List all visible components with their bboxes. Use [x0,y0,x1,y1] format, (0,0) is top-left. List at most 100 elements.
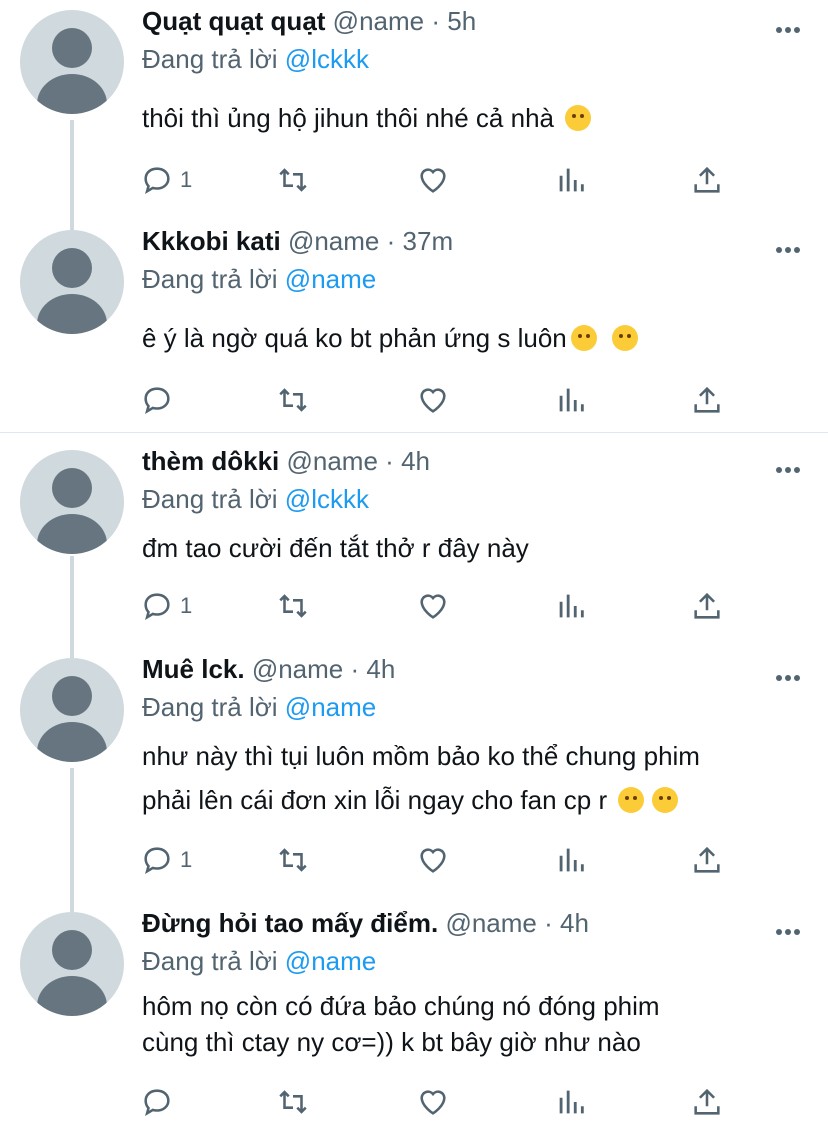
tweet[interactable]: Đừng hỏi tao mấy điểm. @name · 4h Đang t… [0,902,828,1129]
handle[interactable]: @name [288,226,379,256]
share-button[interactable] [690,380,724,420]
mention-link[interactable]: @name [285,264,376,294]
more-icon[interactable] [773,460,800,478]
reply-icon [144,847,170,875]
avatar[interactable] [20,450,124,554]
tweet-text-line: như này thì tụi luôn mồm bảo ko thể chun… [142,741,700,771]
heart-icon [420,594,446,619]
tweet-text-line: cùng thì ctay ny cơ=)) k bt bây giờ như … [142,1027,641,1057]
share-button[interactable] [690,586,724,626]
handle[interactable]: @name [252,654,343,684]
timestamp[interactable]: 5h [447,6,476,36]
reply-label: Đang trả lời [142,692,278,722]
timestamp[interactable]: 4h [366,654,395,684]
views-icon [559,594,584,618]
more-icon[interactable] [773,668,800,686]
tweet-header: thèm dôkki @name · 4h [142,446,430,477]
handle[interactable]: @name [333,6,424,36]
avatar[interactable] [20,230,124,334]
reply-icon [144,593,170,621]
tweet[interactable]: Muê lck. @name · 4h Đang trả lời @name n… [0,648,828,902]
reply-context: Đang trả lời @name [142,692,376,723]
share-icon [694,846,720,873]
reply-button[interactable]: 1 [140,160,192,200]
views-icon [559,168,584,192]
reply-context: Đang trả lời @name [142,946,376,977]
reply-button[interactable]: 1 [140,586,192,626]
display-name[interactable]: Đừng hỏi tao mấy điểm. [142,908,438,938]
emoji-icon [618,787,645,813]
views-button[interactable] [554,586,588,626]
action-bar: 1 [140,586,740,626]
heart-icon [420,1090,446,1115]
timestamp[interactable]: 37m [403,226,454,256]
reply-label: Đang trả lời [142,44,278,74]
tweet-header: Kkkobi kati @name · 37m [142,226,453,257]
separator-dot: · [431,6,441,36]
share-button[interactable] [690,840,724,880]
display-name[interactable]: thèm dôkki [142,446,279,476]
tweet-text: thôi thì ủng hộ jihun thôi nhé cả nhà [142,96,595,140]
views-icon [559,848,584,872]
avatar[interactable] [20,912,124,1016]
retweet-icon [279,388,307,412]
timestamp[interactable]: 4h [401,446,430,476]
tweet-header: Đừng hỏi tao mấy điểm. @name · 4h [142,908,589,939]
tweet-header: Muê lck. @name · 4h [142,654,395,685]
share-button[interactable] [690,160,724,200]
share-icon [694,1088,720,1115]
mention-link[interactable]: @lckkk [285,44,369,74]
separator-dot: · [385,446,394,476]
reply-button[interactable]: 1 [140,840,192,880]
tweet[interactable]: Quạt quạt quạt @name · 5h Đang trả lời @… [0,0,828,220]
like-button[interactable] [416,160,450,200]
retweet-button[interactable] [276,160,310,200]
separator-dot: · [544,908,553,938]
retweet-button[interactable] [276,1082,310,1122]
like-button[interactable] [416,380,450,420]
handle[interactable]: @name [445,908,536,938]
avatar[interactable] [20,10,124,114]
views-button[interactable] [554,1082,588,1122]
timestamp[interactable]: 4h [560,908,589,938]
retweet-button[interactable] [276,586,310,626]
like-button[interactable] [416,586,450,626]
reply-button[interactable] [140,380,180,420]
reply-label: Đang trả lời [142,264,278,294]
share-icon [694,386,720,413]
tweet-text-line: đm tao cười đến tắt thở r đây này [142,533,529,563]
avatar[interactable] [20,658,124,762]
like-button[interactable] [416,1082,450,1122]
reply-count: 1 [180,847,193,872]
reply-label: Đang trả lời [142,484,278,514]
display-name[interactable]: Quạt quạt quạt [142,6,325,36]
display-name[interactable]: Kkkobi kati [142,226,281,256]
views-button[interactable] [554,380,588,420]
emoji-icon [570,325,597,351]
more-icon[interactable] [773,240,800,258]
share-icon [694,592,720,619]
tweet[interactable]: Kkkobi kati @name · 37m Đang trả lời @na… [0,220,828,432]
mention-link[interactable]: @lckkk [285,484,369,514]
tweet-text-line: ê ý là ngờ quá ko bt phản ứng s luôn [142,323,567,353]
views-button[interactable] [554,160,588,200]
mention-link[interactable]: @name [285,692,376,722]
more-icon[interactable] [773,922,800,940]
share-icon [694,166,720,193]
reply-button[interactable] [140,1082,180,1122]
tweet[interactable]: thèm dôkki @name · 4h Đang trả lời @lckk… [0,440,828,648]
views-button[interactable] [554,840,588,880]
display-name[interactable]: Muê lck. [142,654,245,684]
views-icon [559,388,584,412]
retweet-button[interactable] [276,380,310,420]
more-icon[interactable] [773,20,800,38]
like-button[interactable] [416,840,450,880]
tweet-text-line: thôi thì ủng hộ jihun thôi nhé cả nhà [142,103,554,133]
retweet-button[interactable] [276,840,310,880]
handle[interactable]: @name [286,446,377,476]
reply-context: Đang trả lời @lckkk [142,44,369,75]
retweet-icon [279,594,307,618]
retweet-icon [279,848,307,872]
share-button[interactable] [690,1082,724,1122]
mention-link[interactable]: @name [285,946,376,976]
